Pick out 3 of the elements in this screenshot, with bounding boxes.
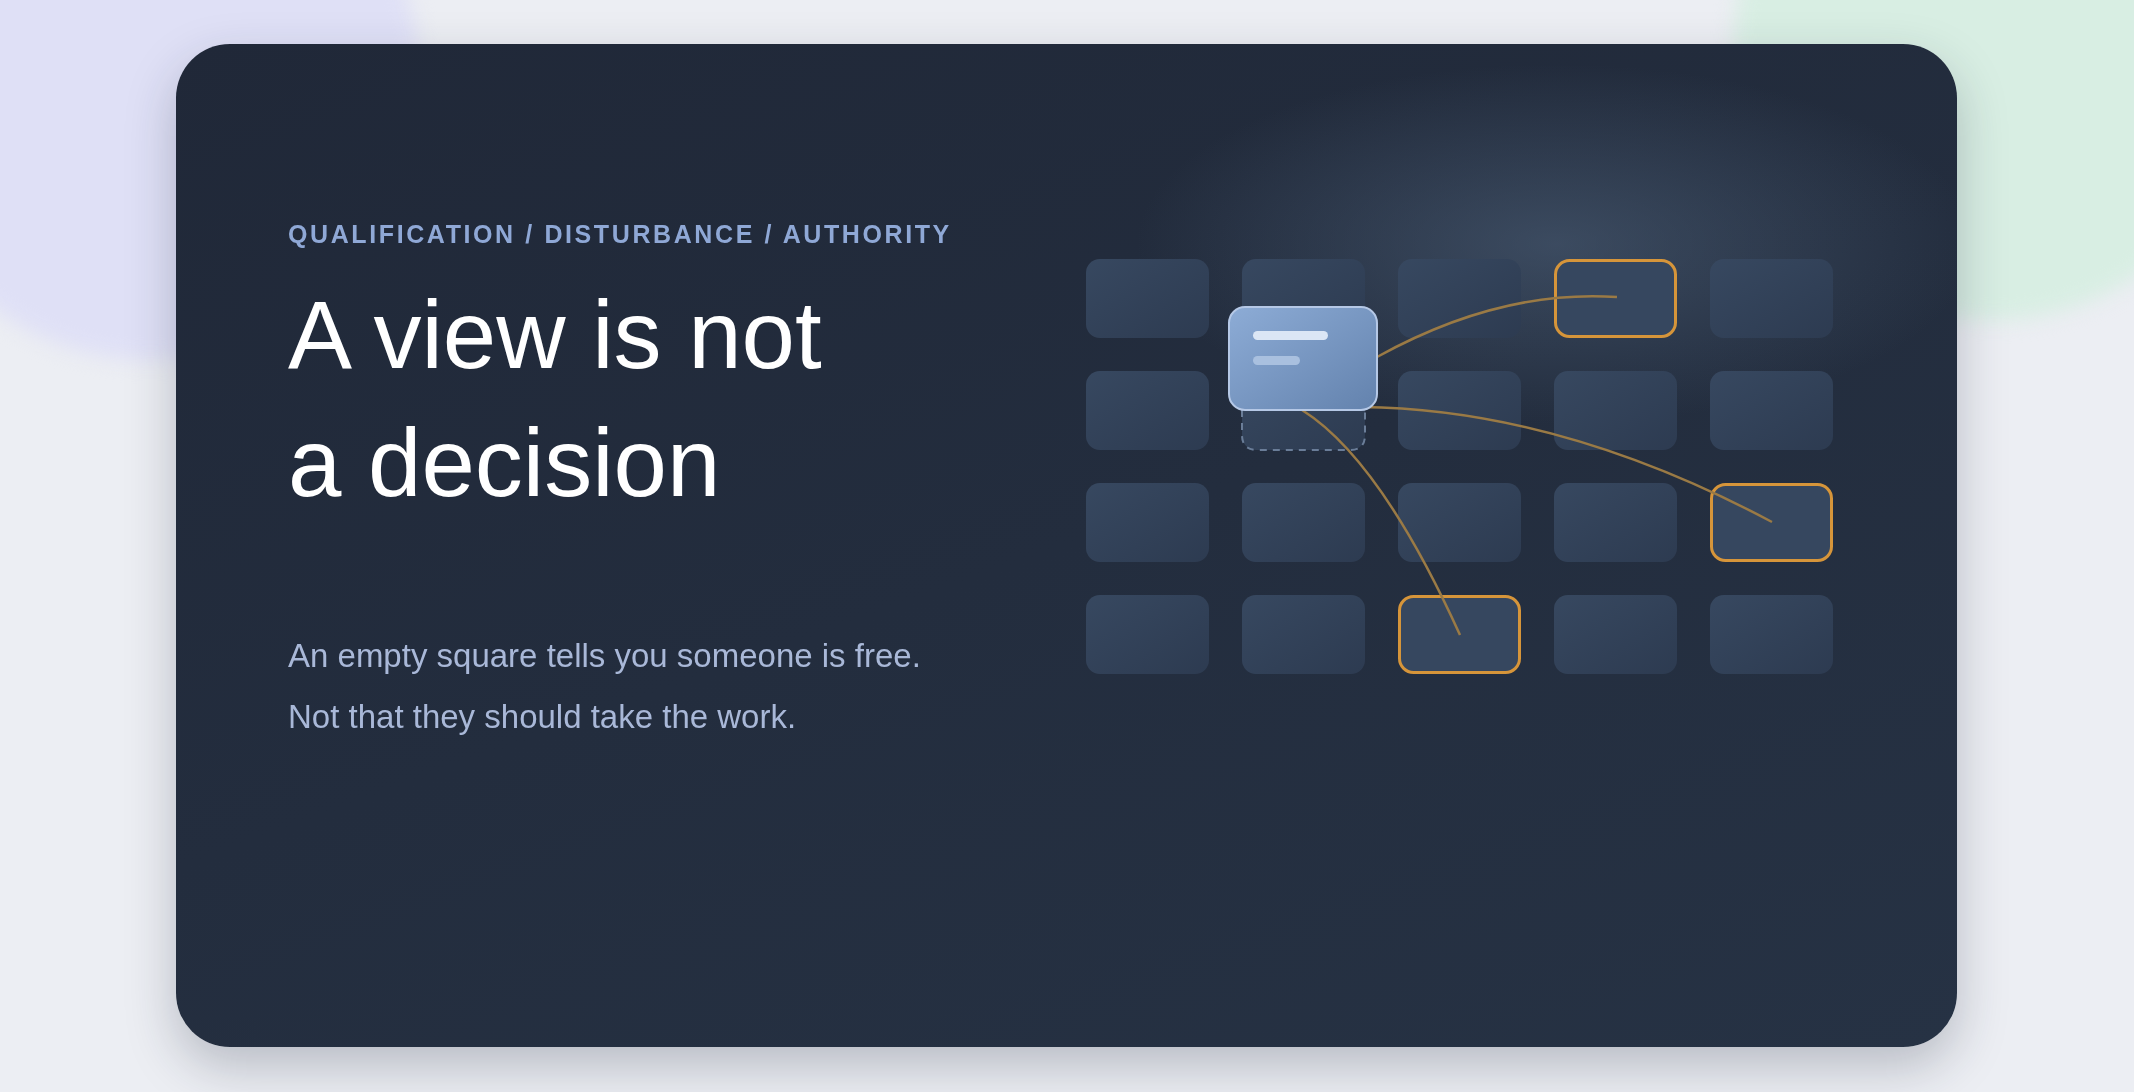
headline: A view is not a decision — [288, 280, 823, 518]
eyebrow-label: QUALIFICATION / DISTURBANCE / AUTHORITY — [288, 220, 953, 249]
body-text: An empty square tells you someone is free. Not that they should take the work. — [288, 636, 922, 737]
